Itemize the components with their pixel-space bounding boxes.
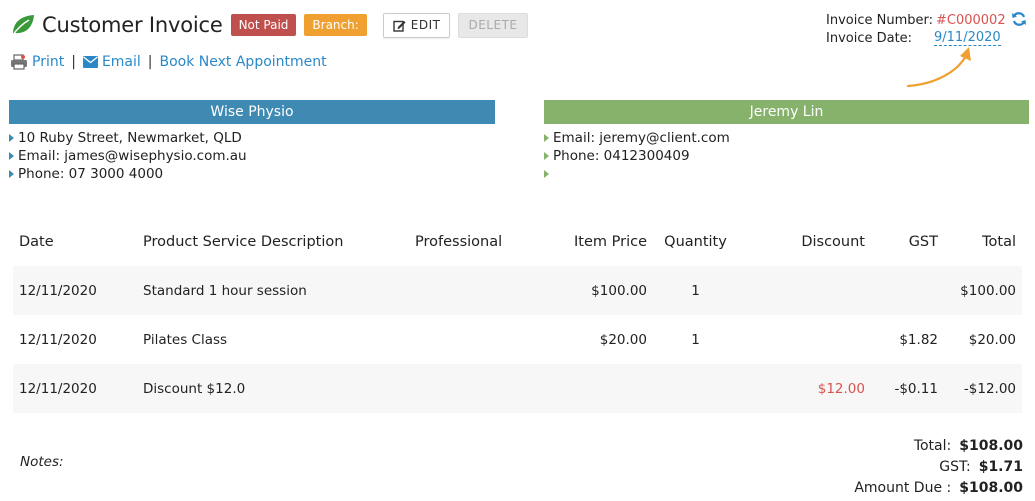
edit-icon xyxy=(393,20,406,32)
cell-description: Discount $12.0 xyxy=(137,364,409,413)
amount-due-label: Amount Due : xyxy=(854,479,952,496)
refresh-icon[interactable] xyxy=(1011,11,1027,27)
caret-right-icon xyxy=(9,170,14,178)
caret-right-icon xyxy=(544,170,549,178)
amount-due-row: Amount Due : $108.00 xyxy=(854,477,1023,498)
column-header-total: Total xyxy=(982,234,1016,250)
cell-quantity: 1 xyxy=(691,331,700,348)
envelope-icon xyxy=(82,56,98,68)
cell-gst: -$0.11 xyxy=(871,364,944,413)
email-label: Email xyxy=(101,54,141,70)
client-extra-line xyxy=(544,165,1029,183)
invoice-header: Customer Invoice Not Paid Branch: EDIT D… xyxy=(10,8,528,42)
book-appointment-link[interactable]: Book Next Appointment xyxy=(160,54,327,70)
business-address: 10 Ruby Street, Newmarket, QLD xyxy=(18,130,242,146)
print-icon xyxy=(11,54,27,70)
business-address-line: 10 Ruby Street, Newmarket, QLD xyxy=(9,129,495,147)
column-header-professional: Professional xyxy=(415,234,503,250)
print-link[interactable]: Print xyxy=(10,54,64,70)
business-phone-line: Phone: 07 3000 4000 xyxy=(9,165,495,183)
cell-description: Standard 1 hour session xyxy=(137,266,409,315)
business-name: Wise Physio xyxy=(9,100,495,124)
annotation-arrow-icon xyxy=(906,47,971,88)
table-header-row: Date Product Service Description Profess… xyxy=(13,218,1022,266)
cell-date: 12/11/2020 xyxy=(13,266,137,315)
cell-item-price xyxy=(539,364,653,413)
business-panel: Wise Physio 10 Ruby Street, Newmarket, Q… xyxy=(9,100,495,183)
business-phone: Phone: 07 3000 4000 xyxy=(18,166,164,182)
client-email: Email: jeremy@client.com xyxy=(553,130,730,146)
cell-total: -$12.00 xyxy=(944,364,1022,413)
cell-total: $20.00 xyxy=(968,331,1016,348)
cell-discount xyxy=(738,315,871,364)
client-name: Jeremy Lin xyxy=(544,100,1029,124)
amount-due-value: $108.00 xyxy=(959,479,1023,496)
column-header-gst: GST xyxy=(908,234,938,250)
cell-description: Pilates Class xyxy=(143,331,228,348)
client-phone: Phone: 0412300409 xyxy=(553,148,690,164)
cell-quantity: 1 xyxy=(653,266,738,315)
caret-right-icon xyxy=(9,134,14,142)
total-row: Total: $108.00 xyxy=(854,435,1023,456)
gst-label: GST: xyxy=(939,458,971,475)
action-links: Print | Email | Book Next Appointment xyxy=(10,54,327,70)
client-email-line: Email: jeremy@client.com xyxy=(544,129,1029,147)
invoice-number-label: Invoice Number: xyxy=(826,12,933,28)
column-header-discount: Discount xyxy=(801,234,865,250)
business-email-line: Email: james@wisephysio.com.au xyxy=(9,147,495,165)
cell-item-price: $100.00 xyxy=(539,266,653,315)
column-header-quantity: Quantity xyxy=(664,234,727,250)
business-email: Email: james@wisephysio.com.au xyxy=(18,148,247,164)
link-separator: | xyxy=(71,54,76,70)
notes-label: Notes: xyxy=(20,454,64,470)
cell-professional xyxy=(409,315,539,364)
caret-right-icon xyxy=(9,152,14,160)
table-row: 12/11/2020 Discount $12.0 $12.00 -$0.11 … xyxy=(13,364,1022,413)
invoice-number-row: Invoice Number: #C000002 xyxy=(826,11,1006,29)
gst-row: GST: $1.71 xyxy=(854,456,1023,477)
cell-total: $100.00 xyxy=(944,266,1022,315)
print-label: Print xyxy=(32,54,65,70)
totals-summary: Total: $108.00 GST: $1.71 Amount Due : $… xyxy=(854,435,1023,498)
cell-professional xyxy=(409,266,539,315)
cell-gst xyxy=(871,266,944,315)
invoice-number: #C000002 xyxy=(936,12,1006,28)
column-header-item-price: Item Price xyxy=(574,234,647,250)
cell-item-price: $20.00 xyxy=(599,331,647,348)
delete-button[interactable]: DELETE xyxy=(458,12,528,38)
page-title: Customer Invoice xyxy=(42,13,223,37)
caret-right-icon xyxy=(544,152,549,160)
client-panel: Jeremy Lin Email: jeremy@client.com Phon… xyxy=(544,100,1029,183)
caret-right-icon xyxy=(544,134,549,142)
cell-discount xyxy=(738,266,871,315)
branch-badge: Branch: xyxy=(304,14,367,36)
edit-label: EDIT xyxy=(410,18,441,32)
cell-gst: $1.82 xyxy=(899,331,938,348)
total-label: Total: xyxy=(913,437,952,454)
table-row: 12/11/2020 Pilates Class $20.00 1 $1.82 … xyxy=(13,315,1022,364)
total-value: $108.00 xyxy=(959,437,1023,454)
status-badge: Not Paid xyxy=(230,14,297,36)
cell-date: 12/11/2020 xyxy=(13,364,137,413)
email-link[interactable]: Email xyxy=(82,54,141,70)
link-separator: | xyxy=(147,54,153,70)
leaf-icon xyxy=(11,15,34,37)
gst-value: $1.71 xyxy=(978,458,1023,475)
column-header-description: Product Service Description xyxy=(143,234,344,250)
cell-date: 12/11/2020 xyxy=(19,331,97,348)
table-row: 12/11/2020 Standard 1 hour session $100.… xyxy=(13,266,1022,315)
column-header-date: Date xyxy=(19,234,54,250)
edit-button[interactable]: EDIT xyxy=(382,12,451,38)
cell-quantity xyxy=(653,364,738,413)
cell-discount: $12.00 xyxy=(738,364,871,413)
invoice-items-table: Date Product Service Description Profess… xyxy=(13,218,1022,413)
cell-professional xyxy=(409,364,539,413)
client-phone-line: Phone: 0412300409 xyxy=(544,147,1029,165)
